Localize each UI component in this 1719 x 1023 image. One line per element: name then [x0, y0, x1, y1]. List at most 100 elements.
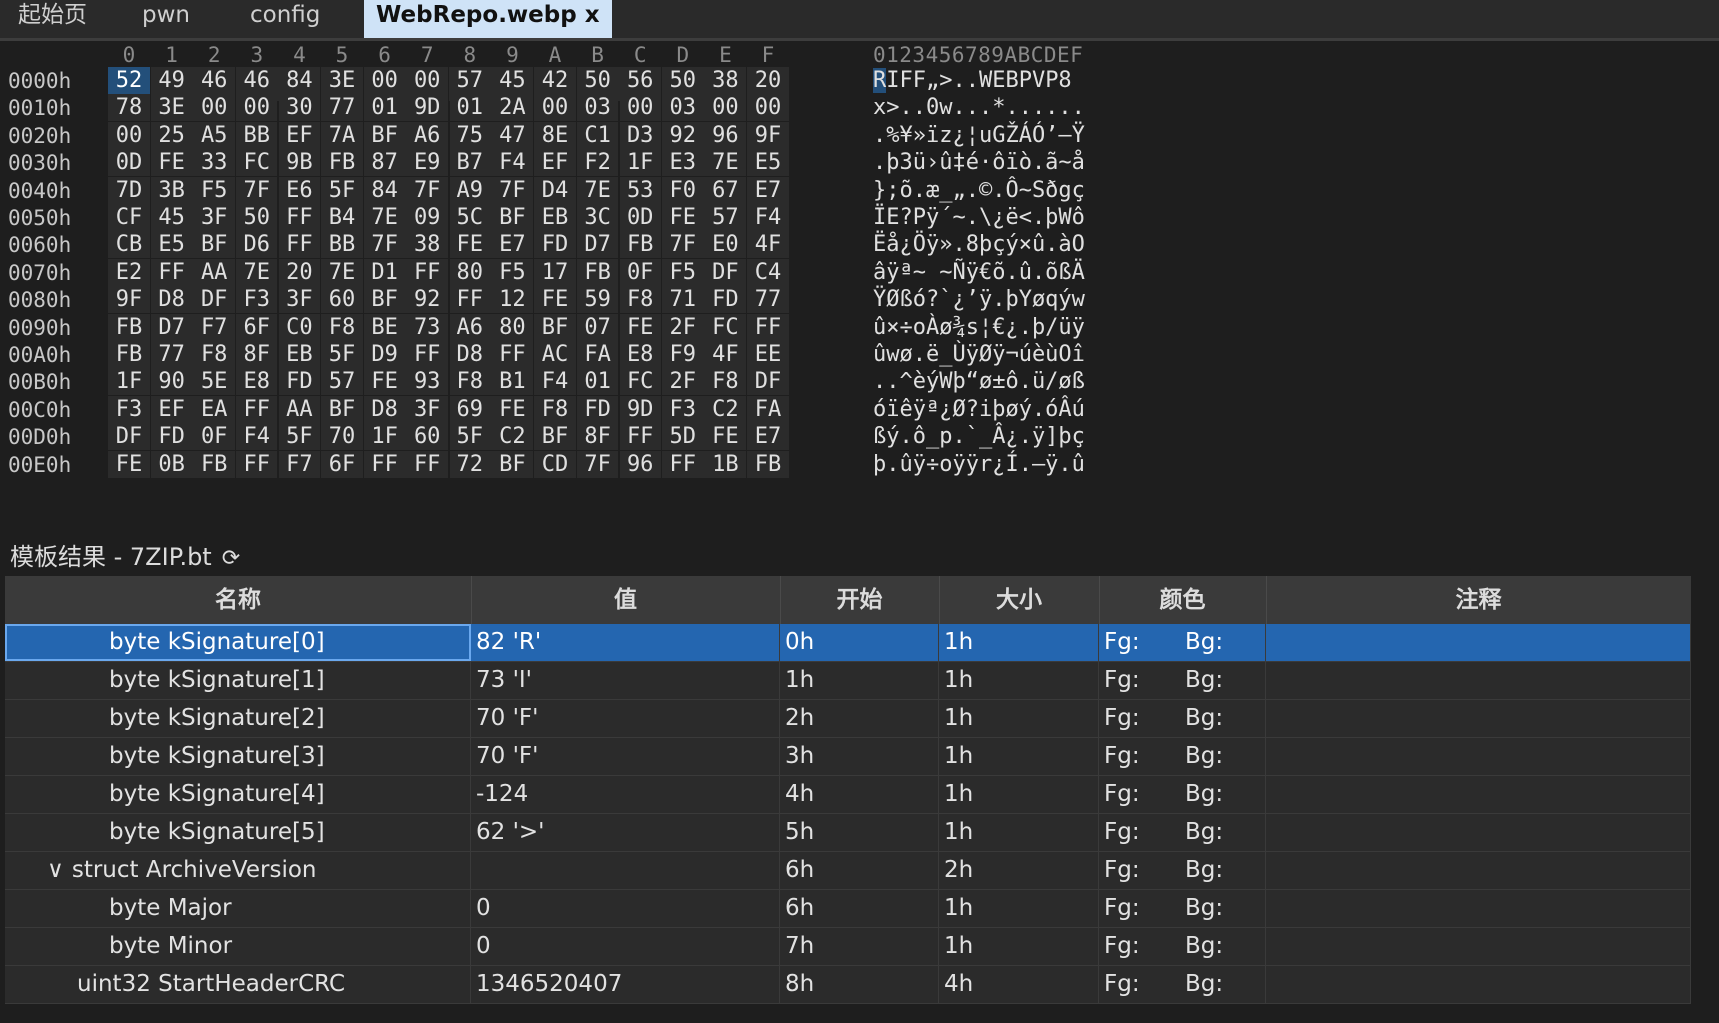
- tab-start-page[interactable]: 起始页: [6, 0, 99, 38]
- hex-byte[interactable]: FF: [406, 450, 449, 478]
- hex-byte[interactable]: F3: [235, 286, 278, 314]
- template-row[interactable]: byte kSignature[4] -124 4h 1h Fg: Bg:: [5, 776, 1691, 814]
- hex-byte[interactable]: F3: [108, 395, 150, 423]
- tab-webrepo-webp[interactable]: WebRepo.webp x: [364, 0, 612, 38]
- hex-byte[interactable]: 46: [193, 67, 236, 94]
- hex-byte[interactable]: D4: [534, 176, 576, 204]
- hex-byte[interactable]: 67: [704, 176, 747, 204]
- hex-byte[interactable]: 7F: [363, 231, 406, 259]
- hex-byte[interactable]: 3C: [576, 204, 619, 231]
- hex-byte[interactable]: FB: [108, 313, 150, 341]
- bg-label[interactable]: Bg:: [1185, 776, 1223, 813]
- hex-byte[interactable]: FD: [534, 231, 576, 259]
- hex-byte[interactable]: D8: [448, 341, 491, 368]
- hex-byte[interactable]: 3F: [193, 204, 236, 231]
- hex-byte[interactable]: F4: [235, 423, 278, 451]
- hex-byte[interactable]: 03: [661, 94, 704, 122]
- ascii-row[interactable]: x>..0w...*......: [873, 94, 1085, 121]
- hex-byte[interactable]: 78: [108, 94, 150, 122]
- bg-label[interactable]: Bg:: [1185, 624, 1223, 661]
- hex-byte[interactable]: 42: [534, 67, 576, 94]
- bg-label[interactable]: Bg:: [1185, 700, 1223, 737]
- hex-byte[interactable]: 45: [491, 67, 534, 94]
- hex-byte[interactable]: 30: [278, 94, 321, 122]
- hex-byte[interactable]: 53: [619, 176, 662, 204]
- hex-byte[interactable]: 57: [321, 368, 363, 396]
- tab-config[interactable]: config: [238, 0, 332, 38]
- hex-byte[interactable]: 7E: [235, 258, 278, 286]
- hex-byte[interactable]: 69: [448, 395, 491, 423]
- hex-byte[interactable]: 92: [661, 121, 704, 149]
- hex-byte[interactable]: FB: [321, 149, 363, 177]
- hex-byte[interactable]: FE: [619, 313, 662, 341]
- hex-byte[interactable]: 5F: [321, 341, 363, 368]
- hex-byte[interactable]: F9: [661, 341, 704, 368]
- hex-byte[interactable]: CD: [534, 450, 576, 478]
- hex-byte[interactable]: 71: [661, 286, 704, 314]
- template-row[interactable]: uint32 StartHeaderCRC 1346520407 8h 4h Fg: Bg…: [5, 966, 1691, 1004]
- hex-byte[interactable]: C0: [278, 313, 321, 341]
- hex-byte[interactable]: E5: [150, 231, 193, 259]
- hex-byte[interactable]: FD: [576, 395, 619, 423]
- template-row[interactable]: byte kSignature[0] 82 'R' 0h 1h Fg: Bg:: [5, 624, 1691, 662]
- hex-byte[interactable]: 00: [406, 67, 449, 94]
- hex-byte[interactable]: 38: [406, 231, 449, 259]
- hex-byte[interactable]: A6: [448, 313, 491, 341]
- ascii-row[interactable]: Ëå¿Öÿ».8þçý×û.àO: [873, 231, 1085, 258]
- hex-byte[interactable]: 9D: [619, 395, 662, 423]
- hex-byte[interactable]: DF: [747, 368, 789, 396]
- hex-byte[interactable]: 56: [619, 67, 662, 94]
- bg-label[interactable]: Bg:: [1185, 966, 1223, 1003]
- hex-byte[interactable]: 9D: [406, 94, 449, 122]
- hex-byte[interactable]: FE: [704, 423, 747, 451]
- hex-byte[interactable]: FA: [747, 395, 789, 423]
- ascii-row[interactable]: };õ.æ_„.©.Ô~Sðgç: [873, 177, 1085, 204]
- hex-byte[interactable]: 80: [448, 258, 491, 286]
- hex-byte[interactable]: 84: [363, 176, 406, 204]
- hex-byte[interactable]: 5F: [448, 423, 491, 451]
- hex-byte[interactable]: 46: [235, 67, 278, 94]
- hex-byte[interactable]: FF: [363, 450, 406, 478]
- hex-byte[interactable]: 4F: [747, 231, 789, 259]
- hex-byte[interactable]: FD: [278, 368, 321, 396]
- hex-byte[interactable]: 5E: [193, 368, 236, 396]
- hex-byte[interactable]: 5D: [661, 423, 704, 451]
- hex-byte[interactable]: 7E: [363, 204, 406, 231]
- hex-byte[interactable]: D1: [363, 258, 406, 286]
- hex-byte[interactable]: 77: [321, 94, 363, 122]
- hex-byte[interactable]: FF: [406, 341, 449, 368]
- hex-byte[interactable]: CF: [108, 204, 150, 231]
- hex-byte[interactable]: F8: [619, 286, 662, 314]
- hex-byte[interactable]: 5F: [321, 176, 363, 204]
- hex-byte[interactable]: 0F: [193, 423, 236, 451]
- hex-byte[interactable]: F5: [491, 258, 534, 286]
- hex-byte[interactable]: 9F: [747, 121, 789, 149]
- hex-byte[interactable]: 7F: [661, 231, 704, 259]
- hex-byte[interactable]: BB: [235, 121, 278, 149]
- bg-label[interactable]: Bg:: [1185, 852, 1223, 889]
- hex-byte[interactable]: F4: [491, 149, 534, 177]
- hex-byte[interactable]: 5C: [448, 204, 491, 231]
- hex-byte[interactable]: FD: [704, 286, 747, 314]
- refresh-icon[interactable]: ⟳: [222, 546, 240, 571]
- hex-byte[interactable]: AA: [278, 395, 321, 423]
- hex-byte[interactable]: FE: [491, 395, 534, 423]
- hex-byte[interactable]: F8: [448, 368, 491, 396]
- template-results-grid[interactable]: 名称值开始 大小 颜色 注释 byte kSignature[0] 82 'R' 0h 1h…: [5, 576, 1691, 1023]
- hex-byte[interactable]: 00: [363, 67, 406, 94]
- ascii-row[interactable]: ÏE?Pÿ´~.\¿ë<.þWô: [873, 204, 1085, 231]
- start-column-header[interactable]: 开始: [780, 576, 940, 624]
- hex-byte[interactable]: 3F: [278, 286, 321, 314]
- hex-byte[interactable]: 2F: [661, 368, 704, 396]
- hex-byte[interactable]: 2F: [661, 313, 704, 341]
- hex-byte[interactable]: 20: [747, 67, 789, 94]
- fg-label[interactable]: Fg:: [1104, 705, 1140, 731]
- fg-label[interactable]: Fg:: [1104, 857, 1140, 883]
- hex-byte[interactable]: DF: [193, 286, 236, 314]
- hex-byte[interactable]: 96: [619, 450, 662, 478]
- fg-label[interactable]: Fg:: [1104, 895, 1140, 921]
- ascii-row[interactable]: óïêÿª¿Ø?iþøý.óÂú: [873, 396, 1085, 423]
- hex-byte[interactable]: 7E: [321, 258, 363, 286]
- hex-byte[interactable]: BF: [534, 423, 576, 451]
- hex-byte[interactable]: BB: [321, 231, 363, 259]
